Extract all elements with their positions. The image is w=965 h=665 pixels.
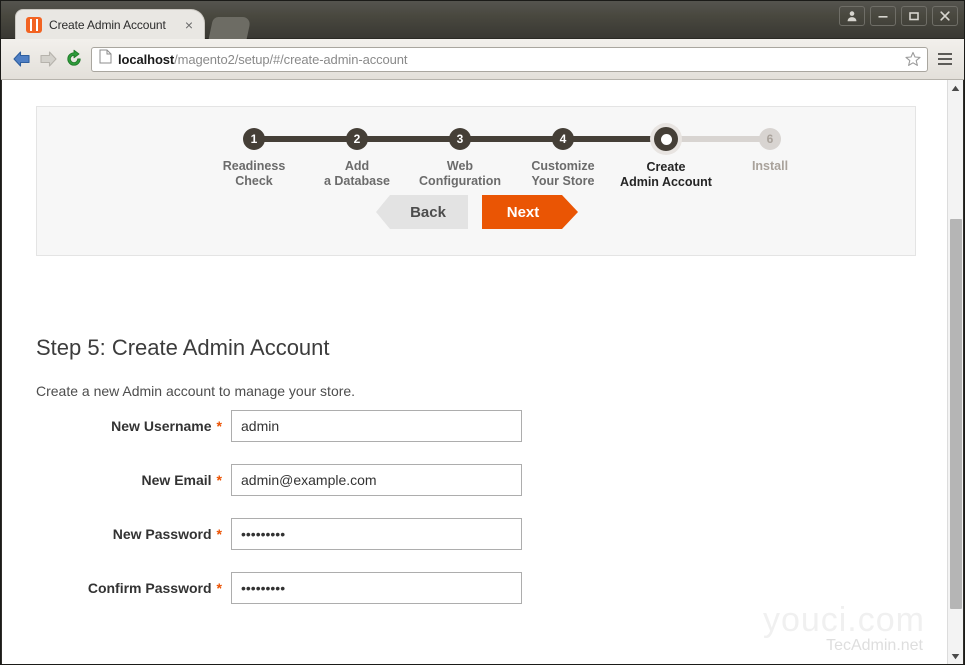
url-path: /magento2/setup/#/create-admin-account bbox=[174, 52, 407, 67]
forward-arrow-icon bbox=[35, 46, 61, 72]
page-document-icon bbox=[99, 49, 112, 69]
step-install[interactable]: 6 Install bbox=[705, 107, 835, 174]
new-email-label: New Email * bbox=[36, 472, 231, 488]
browser-tab[interactable]: Create Admin Account × bbox=[15, 9, 205, 39]
required-asterisk: * bbox=[217, 472, 222, 488]
hamburger-menu-icon[interactable] bbox=[934, 46, 956, 72]
address-bar[interactable]: localhost/magento2/setup/#/create-admin-… bbox=[91, 47, 928, 72]
confirm-password-label: Confirm Password * bbox=[36, 580, 231, 596]
page-scrollbar[interactable] bbox=[947, 80, 963, 664]
step-dot bbox=[654, 127, 678, 151]
label-text: Confirm Password bbox=[88, 580, 212, 596]
step-label: Install bbox=[705, 159, 835, 174]
label-text: New Email bbox=[142, 472, 212, 488]
url-host: localhost bbox=[118, 52, 174, 67]
new-username-label: New Username * bbox=[36, 418, 231, 434]
next-button[interactable]: Next bbox=[482, 195, 578, 229]
watermark-secondary: TecAdmin.net bbox=[826, 637, 923, 655]
required-asterisk: * bbox=[217, 580, 222, 596]
user-profile-button[interactable] bbox=[839, 6, 865, 26]
label-text: New Username bbox=[111, 418, 211, 434]
installer-stepper: 1 Readiness Check 2 Add a Database bbox=[37, 107, 917, 183]
installer-progress-panel: 1 Readiness Check 2 Add a Database bbox=[36, 106, 916, 256]
step-label-line2: Admin Account bbox=[601, 175, 731, 190]
browser-toolbar: localhost/magento2/setup/#/create-admin-… bbox=[1, 39, 964, 80]
create-admin-account-form: New Username * New Email * New Password * C… bbox=[36, 410, 556, 626]
field-row-confirm-password: Confirm Password * bbox=[36, 572, 556, 604]
new-email-input[interactable] bbox=[231, 464, 522, 496]
browser-window: Create Admin Account × bbox=[0, 0, 965, 665]
magento-setup-page: 1 Readiness Check 2 Add a Database bbox=[2, 80, 947, 664]
page-title: Step 5: Create Admin Account bbox=[36, 335, 330, 361]
required-asterisk: * bbox=[217, 526, 222, 542]
step-label-line1: Install bbox=[705, 159, 835, 174]
maximize-button[interactable] bbox=[901, 6, 927, 26]
page-viewport: 1 Readiness Check 2 Add a Database bbox=[2, 80, 963, 664]
tab-close-icon[interactable]: × bbox=[180, 18, 198, 32]
back-arrow-icon[interactable] bbox=[9, 46, 35, 72]
field-row-new-username: New Username * bbox=[36, 410, 556, 442]
label-text: New Password bbox=[113, 526, 212, 542]
scroll-down-icon[interactable] bbox=[948, 648, 963, 664]
new-password-label: New Password * bbox=[36, 526, 231, 542]
back-button[interactable]: Back bbox=[376, 195, 468, 229]
new-tab-button[interactable] bbox=[209, 17, 252, 39]
field-row-new-email: New Email * bbox=[36, 464, 556, 496]
window-controls bbox=[839, 6, 958, 26]
step-dot: 1 bbox=[243, 128, 265, 150]
magento-logo-icon bbox=[26, 17, 42, 33]
confirm-password-input[interactable] bbox=[231, 572, 522, 604]
step-dot: 3 bbox=[449, 128, 471, 150]
installer-nav-buttons: Back Next bbox=[37, 195, 917, 229]
close-button[interactable] bbox=[932, 6, 958, 26]
watermark-primary: youci.com bbox=[763, 601, 925, 640]
star-icon[interactable] bbox=[903, 51, 923, 67]
field-row-new-password: New Password * bbox=[36, 518, 556, 550]
url-text: localhost/magento2/setup/#/create-admin-… bbox=[118, 52, 903, 67]
step-dot: 2 bbox=[346, 128, 368, 150]
required-asterisk: * bbox=[217, 418, 222, 434]
scrollbar-thumb[interactable] bbox=[950, 219, 962, 609]
new-username-input[interactable] bbox=[231, 410, 522, 442]
tab-title: Create Admin Account bbox=[49, 18, 180, 32]
page-description: Create a new Admin account to manage you… bbox=[36, 383, 355, 399]
minimize-button[interactable] bbox=[870, 6, 896, 26]
step-dot: 4 bbox=[552, 128, 574, 150]
browser-titlebar: Create Admin Account × bbox=[1, 1, 964, 39]
reload-icon[interactable] bbox=[61, 46, 87, 72]
step-dot: 6 bbox=[759, 128, 781, 150]
scroll-up-icon[interactable] bbox=[948, 80, 963, 96]
new-password-input[interactable] bbox=[231, 518, 522, 550]
